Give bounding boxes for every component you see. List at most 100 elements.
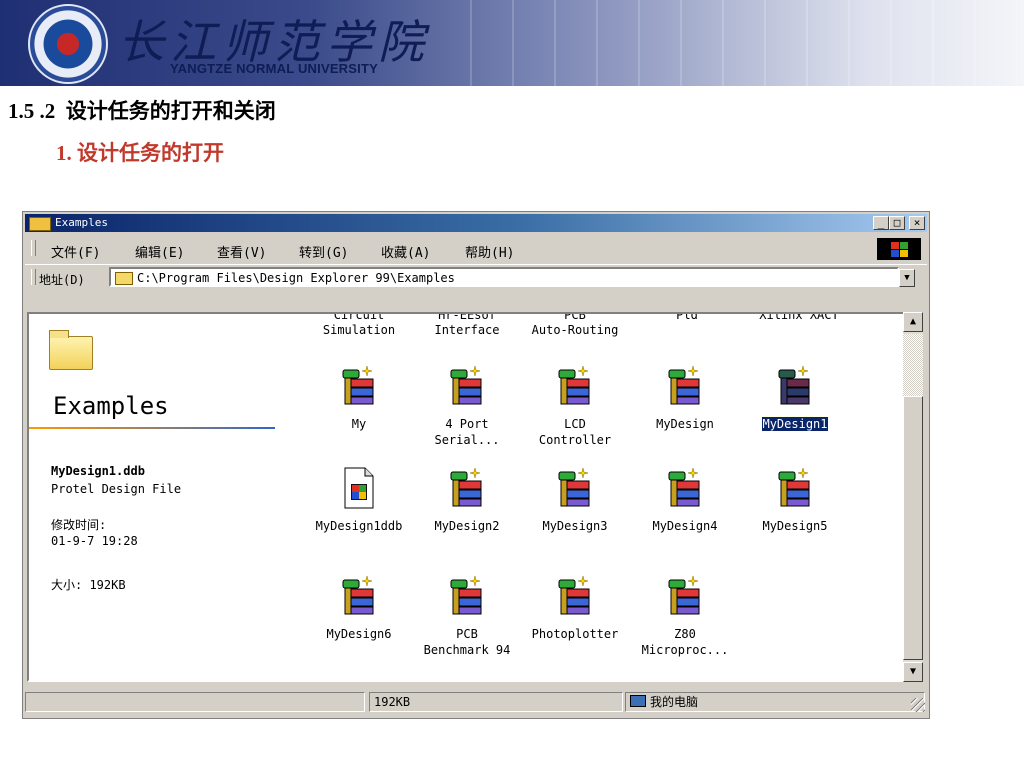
- item-label-line1: Pld: [676, 312, 698, 322]
- design-database-icon: [555, 466, 595, 510]
- design-database-icon: [555, 574, 595, 618]
- web-view-panel: Examples MyDesign1.ddb Protel Design Fil…: [29, 314, 279, 680]
- scroll-up-button[interactable]: ▲: [903, 312, 923, 332]
- file-item-label: MyDesign1ddb: [299, 518, 419, 534]
- file-item[interactable]: MyDesign4: [625, 466, 745, 556]
- file-item-label: MyDesign2: [407, 518, 527, 534]
- selected-file-name: MyDesign1.ddb: [51, 464, 145, 478]
- file-item-label-text: MyDesign5: [762, 519, 828, 533]
- scroll-thumb[interactable]: [903, 396, 923, 660]
- maximize-button[interactable]: □: [889, 216, 905, 230]
- file-item[interactable]: My: [299, 364, 419, 454]
- file-item-label: MyDesign4: [625, 518, 745, 534]
- file-item-label-text: Photoplotter: [531, 627, 619, 641]
- slide-subheading: 1. 设计任务的打开: [56, 141, 224, 165]
- windows-logo-icon: [877, 238, 921, 260]
- menu-go[interactable]: 转到(G): [299, 242, 348, 261]
- vertical-scrollbar[interactable]: ▲ ▼: [903, 312, 923, 682]
- file-item-label-text: MyDesign2: [434, 519, 500, 533]
- design-database-icon: [447, 364, 487, 408]
- folder-view: Examples MyDesign1.ddb Protel Design Fil…: [27, 312, 905, 682]
- menu-favorites[interactable]: 收藏(A): [381, 242, 430, 261]
- file-item-label-text: MyDesign4: [652, 519, 718, 533]
- address-dropdown-button[interactable]: ▼: [899, 269, 915, 287]
- file-item-label: LCD Controller: [515, 416, 635, 448]
- menu-view[interactable]: 查看(V): [217, 242, 266, 261]
- file-item[interactable]: MyDesign2: [407, 466, 527, 556]
- design-database-icon: [447, 466, 487, 510]
- address-input[interactable]: C:\Program Files\Design Explorer 99\Exam…: [109, 267, 899, 287]
- item-label-line1: Hr-EEsof: [438, 312, 496, 322]
- file-item-label: Z80 Microproc...: [625, 626, 745, 658]
- panel-folder-title: Examples: [53, 392, 169, 420]
- status-location: 我的电脑: [625, 692, 925, 712]
- modified-value: 01-9-7 19:28: [51, 534, 138, 548]
- status-size: 192KB: [369, 692, 623, 712]
- selected-file-type: Protel Design File: [51, 482, 182, 496]
- my-computer-icon: [630, 695, 646, 707]
- file-item[interactable]: MyDesign3: [515, 466, 635, 556]
- list-item[interactable]: PCB Auto-Routing: [515, 312, 635, 338]
- slide-heading: 1.5 .2 设计任务的打开和关闭: [8, 99, 276, 123]
- design-database-icon: [339, 574, 379, 618]
- toolbar-grip[interactable]: [31, 240, 36, 256]
- design-database-icon: [775, 466, 815, 510]
- file-item-label: My: [299, 416, 419, 432]
- list-item[interactable]: Pld: [627, 312, 747, 323]
- menu-help[interactable]: 帮助(H): [465, 242, 514, 261]
- file-item-label: MyDesign3: [515, 518, 635, 534]
- scroll-track-upper[interactable]: [903, 334, 923, 396]
- folder-icon: [29, 217, 51, 231]
- minimize-button[interactable]: _: [873, 216, 889, 230]
- file-item-label: MyDesign: [625, 416, 745, 432]
- list-item[interactable]: Hr-EEsof Interface: [407, 312, 527, 338]
- file-item[interactable]: MyDesign5: [735, 466, 855, 556]
- status-location-label: 我的电脑: [650, 695, 699, 709]
- file-item-label-text: Z80 Microproc...: [641, 627, 729, 657]
- file-item-label: PCB Benchmark 94: [407, 626, 527, 658]
- title-bar[interactable]: Examples _ □ ×: [25, 214, 927, 232]
- menu-file[interactable]: 文件(F): [51, 242, 100, 261]
- file-size-label: 大小: 192KB: [51, 578, 126, 592]
- status-panel-blank: [25, 692, 365, 712]
- file-item[interactable]: LCD Controller: [515, 364, 635, 454]
- banner-stripes: [430, 0, 1024, 86]
- address-bar: 地址(D) C:\Program Files\Design Explorer 9…: [25, 264, 927, 289]
- file-item-label-text: MyDesign1: [761, 416, 829, 432]
- file-item-label-text: MyDesign3: [542, 519, 608, 533]
- address-grip[interactable]: [31, 269, 36, 285]
- design-database-icon: [447, 574, 487, 618]
- file-item[interactable]: Z80 Microproc...: [625, 574, 745, 664]
- item-label-line2: Interface: [434, 323, 500, 337]
- file-item[interactable]: 4 Port Serial...: [407, 364, 527, 454]
- file-item[interactable]: MyDesign1ddb: [299, 466, 419, 556]
- resize-grip[interactable]: [911, 698, 925, 712]
- file-item-label-text: 4 Port Serial...: [434, 417, 500, 447]
- explorer-window: Examples _ □ × 文件(F) 编辑(E) 查看(V) 转到(G) 收…: [22, 211, 930, 719]
- file-item[interactable]: PCB Benchmark 94: [407, 574, 527, 664]
- item-label-line1: Xilinx XACT: [759, 312, 839, 322]
- file-item-label-text: LCD Controller: [538, 417, 612, 447]
- file-item[interactable]: MyDesign: [625, 364, 745, 454]
- file-item[interactable]: MyDesign6: [299, 574, 419, 664]
- modified-label: 修改时间:: [51, 518, 107, 532]
- scroll-down-button[interactable]: ▼: [903, 662, 923, 682]
- list-item[interactable]: Xilinx XACT: [739, 312, 859, 323]
- file-item-label: MyDesign6: [299, 626, 419, 642]
- large-folder-icon: [49, 330, 93, 370]
- file-item-label: MyDesign1: [735, 416, 855, 432]
- item-label-line1: Circuit: [333, 312, 385, 322]
- file-item-label-text: MyDesign6: [326, 627, 392, 641]
- file-item[interactable]: MyDesign1: [735, 364, 855, 454]
- file-item-label: MyDesign5: [735, 518, 855, 534]
- list-item[interactable]: Circuit Simulation: [299, 312, 419, 338]
- item-label-line1: PCB: [564, 312, 586, 322]
- design-database-icon: [665, 466, 705, 510]
- file-item-label-text: MyDesign1ddb: [315, 519, 403, 533]
- file-item[interactable]: Photoplotter: [515, 574, 635, 664]
- panel-divider: [29, 427, 275, 429]
- close-button[interactable]: ×: [909, 216, 925, 230]
- menu-edit[interactable]: 编辑(E): [135, 242, 184, 261]
- university-name-en: YANGTZE NORMAL UNIVERSITY: [170, 61, 378, 76]
- file-item-label-text: PCB Benchmark 94: [423, 627, 511, 657]
